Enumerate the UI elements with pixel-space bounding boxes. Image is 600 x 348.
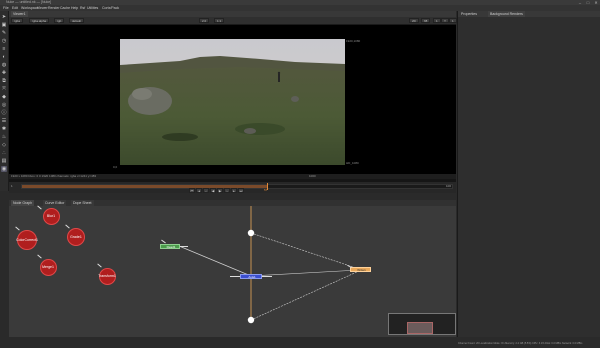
pointer-icon[interactable]: ➤: [1, 14, 7, 20]
tab-properties[interactable]: Properties: [461, 11, 477, 17]
play-icon[interactable]: ▶: [217, 188, 223, 193]
deep-icon[interactable]: ▤: [1, 158, 7, 164]
first-frame-icon[interactable]: ⏮: [189, 188, 195, 193]
node-mask-pipe: [180, 246, 188, 247]
node-toolbar: ➤ ▣ ✎ ◷ ≡ ◐ ◍ ✚ ⧉ ⤧ ◆ ◎ ⓘ ☰ ✱ ♨ ◇ ∴ ▤ ◉: [0, 11, 9, 191]
viewer-center-status: 1000: [309, 174, 316, 178]
gain-field[interactable]: 2.0: [199, 18, 210, 23]
views-icon[interactable]: ◎: [1, 102, 7, 108]
playback-controls: ⏮ ◂ ‹ ◀ ▶ › ▸ ⏭: [189, 188, 279, 193]
prev-key-icon[interactable]: ◂: [196, 188, 202, 193]
toolsets-icon[interactable]: ☰: [1, 118, 7, 124]
properties-tab-bar: Properties Background Renders: [458, 11, 600, 17]
gamma-field[interactable]: 1: [433, 18, 441, 23]
alpha-channel-dropdown[interactable]: rgba.alpha: [29, 18, 50, 23]
time-icon[interactable]: ◷: [1, 38, 7, 44]
origin-label: 0,0: [113, 165, 118, 169]
pixel-info: 1920 x 1080 bbox: 0 0 1920 1080 channels…: [11, 174, 97, 178]
step-forward-icon[interactable]: ›: [224, 188, 230, 193]
merge-node-label: Merge1: [42, 265, 54, 269]
particles-icon[interactable]: ∴: [1, 150, 7, 156]
window-title: Nuke — untitled.nk — [Nuke]: [6, 0, 52, 4]
blur-node-label: Blur1: [46, 214, 56, 218]
write-node-label: Write1: [357, 268, 366, 272]
dag-minimap[interactable]: [388, 313, 456, 335]
proxy-field[interactable]: 1: [449, 18, 457, 23]
format-label: 1920,1080: [346, 39, 361, 43]
color-icon[interactable]: ◐: [1, 54, 7, 60]
y-toggle[interactable]: Y: [441, 18, 450, 23]
viewer-image: [120, 39, 345, 165]
status-text: Channel Count: 20 Localization Mode: On …: [458, 342, 583, 345]
merge-icon[interactable]: ⧉: [1, 78, 7, 84]
status-bar: Channel Count: 20 Localization Mode: On …: [458, 340, 600, 348]
transform-node-label: Transform1: [98, 274, 116, 278]
viewer-panel: Viewer1 rgba rgba.alpha rgb default 2.0 …: [9, 11, 457, 186]
metadata-icon[interactable]: ⓘ: [1, 110, 7, 116]
fstop-field[interactable]: f/8: [421, 18, 431, 23]
minimap-viewport[interactable]: [407, 322, 433, 334]
step-back-icon[interactable]: ‹: [203, 188, 209, 193]
cara-icon[interactable]: ◉: [1, 166, 7, 172]
image-icon[interactable]: ▣: [1, 22, 7, 28]
dot-node-top: [247, 229, 255, 237]
axis-node-label: Axis1: [248, 275, 256, 279]
tab-background-renders[interactable]: Background Renders: [488, 11, 525, 17]
axis-node[interactable]: Axis1: [240, 274, 262, 279]
draw-icon[interactable]: ✎: [1, 30, 7, 36]
channel-icon[interactable]: ≡: [1, 46, 7, 52]
read-node[interactable]: Read1: [160, 244, 180, 249]
grade-node-label: Grade1: [70, 235, 82, 239]
color-correct-node-label: ColorCorrect1: [16, 238, 38, 242]
other-icon[interactable]: ✱: [1, 126, 7, 132]
node-arrow: [262, 276, 272, 277]
furnace-icon[interactable]: ♨: [1, 134, 7, 140]
node-arrow: [230, 276, 240, 277]
viewer-status-line: 1920 x 1080 bbox: 0 0 1920 1080 channels…: [9, 174, 456, 179]
write-node[interactable]: Write1: [350, 267, 371, 272]
timeline-end: 100: [446, 184, 452, 188]
format-name: HD_1080: [346, 161, 359, 165]
viewer-controls: rgba rgba.alpha rgb default 2.0 1:1 2D f…: [9, 17, 457, 25]
last-frame-icon[interactable]: ⏭: [238, 188, 244, 193]
display-channel-dropdown[interactable]: rgb: [54, 18, 65, 23]
upper-pipe: [250, 232, 360, 270]
keyer-icon[interactable]: ✚: [1, 70, 7, 76]
zoom-dropdown[interactable]: 1:1: [214, 18, 225, 23]
channels-dropdown[interactable]: rgba: [11, 18, 24, 23]
read-node-label: Read1: [166, 245, 176, 249]
timeline-start: 1: [11, 184, 13, 188]
properties-panel: Properties Background Renders Channel Co…: [457, 11, 600, 348]
ofx-icon[interactable]: ◇: [1, 142, 7, 148]
3d-icon[interactable]: ◆: [1, 94, 7, 100]
filter-icon[interactable]: ◍: [1, 62, 7, 68]
viewer-canvas[interactable]: 1920,1080 HD_1080 0,0: [9, 25, 456, 174]
timeline: 1 57 100 ⏮ ◂ ‹ ◀ ▶ › ▸ ⏭: [9, 182, 456, 193]
play-back-icon[interactable]: ◀: [210, 188, 216, 193]
transform-icon[interactable]: ⤧: [1, 86, 7, 92]
lower-pipe: [250, 270, 360, 321]
read-to-axis-pipe: [178, 245, 252, 277]
view-mode-dropdown[interactable]: 2D: [409, 18, 419, 23]
lut-dropdown[interactable]: default: [69, 18, 85, 23]
next-key-icon[interactable]: ▸: [231, 188, 237, 193]
dot-node-bottom: [247, 316, 255, 324]
